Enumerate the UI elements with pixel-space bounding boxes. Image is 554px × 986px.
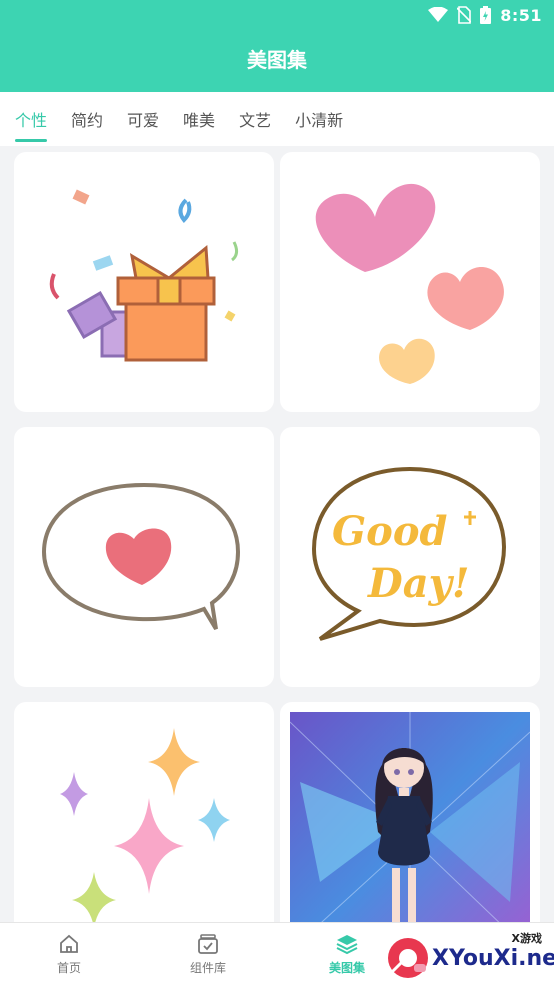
nav-home-label: 首页	[56, 961, 81, 975]
tab-keai[interactable]: 可爱	[127, 92, 159, 146]
wifi-icon	[428, 7, 449, 22]
speech-bubble-heart-card[interactable]	[14, 427, 274, 687]
top-bar: 8:51 美图集	[0, 0, 554, 92]
sparkles-illustration	[60, 728, 230, 922]
good-day-illustration: Good Day!	[311, 466, 507, 641]
anime-girl-card[interactable]	[280, 702, 540, 922]
good-text: Good	[332, 508, 448, 555]
tab-xiaoqingxin[interactable]: 小清新	[295, 92, 343, 146]
widget-library-icon	[198, 934, 218, 954]
layers-icon	[336, 935, 358, 955]
nav-gallery[interactable]: 美图集	[302, 933, 392, 976]
tab-gexing[interactable]: 个性	[15, 92, 48, 146]
image-grid: Good Day!	[0, 146, 554, 922]
no-sim-icon	[457, 6, 472, 24]
tab-weimei[interactable]: 唯美	[183, 92, 215, 146]
status-bar: 8:51	[428, 4, 542, 26]
nav-gallery-label: 美图集	[328, 961, 365, 975]
watermark: X游戏 XYouXi.net	[384, 930, 554, 986]
status-time: 8:51	[500, 5, 542, 25]
speech-bubble-illustration	[41, 482, 241, 631]
day-text: Day!	[367, 560, 469, 607]
gift-box-illustration	[49, 189, 239, 362]
tab-jianyue[interactable]: 简约	[71, 92, 103, 146]
nav-widget-library-label: 组件库	[189, 961, 226, 975]
hearts-illustration	[315, 183, 504, 384]
watermark-text: XYouXi.net	[432, 946, 554, 971]
watermark-tag: X游戏	[511, 932, 542, 945]
sparkles-card[interactable]	[14, 702, 274, 922]
page-title: 美图集	[247, 48, 307, 72]
gamepad-logo-icon	[388, 938, 428, 978]
gift-box-card[interactable]	[14, 152, 274, 412]
tab-wenyi[interactable]: 文艺	[239, 92, 271, 146]
good-day-card[interactable]: Good Day!	[280, 427, 540, 687]
nav-widget-library[interactable]: 组件库	[163, 933, 253, 976]
nav-home[interactable]: 首页	[24, 933, 114, 976]
home-icon	[60, 934, 78, 953]
anime-girl-illustration	[289, 712, 531, 922]
category-tabs: 个性 简约 可爱 唯美 文艺 小清新	[0, 92, 554, 146]
battery-icon	[480, 6, 492, 24]
hearts-card[interactable]	[280, 152, 540, 412]
